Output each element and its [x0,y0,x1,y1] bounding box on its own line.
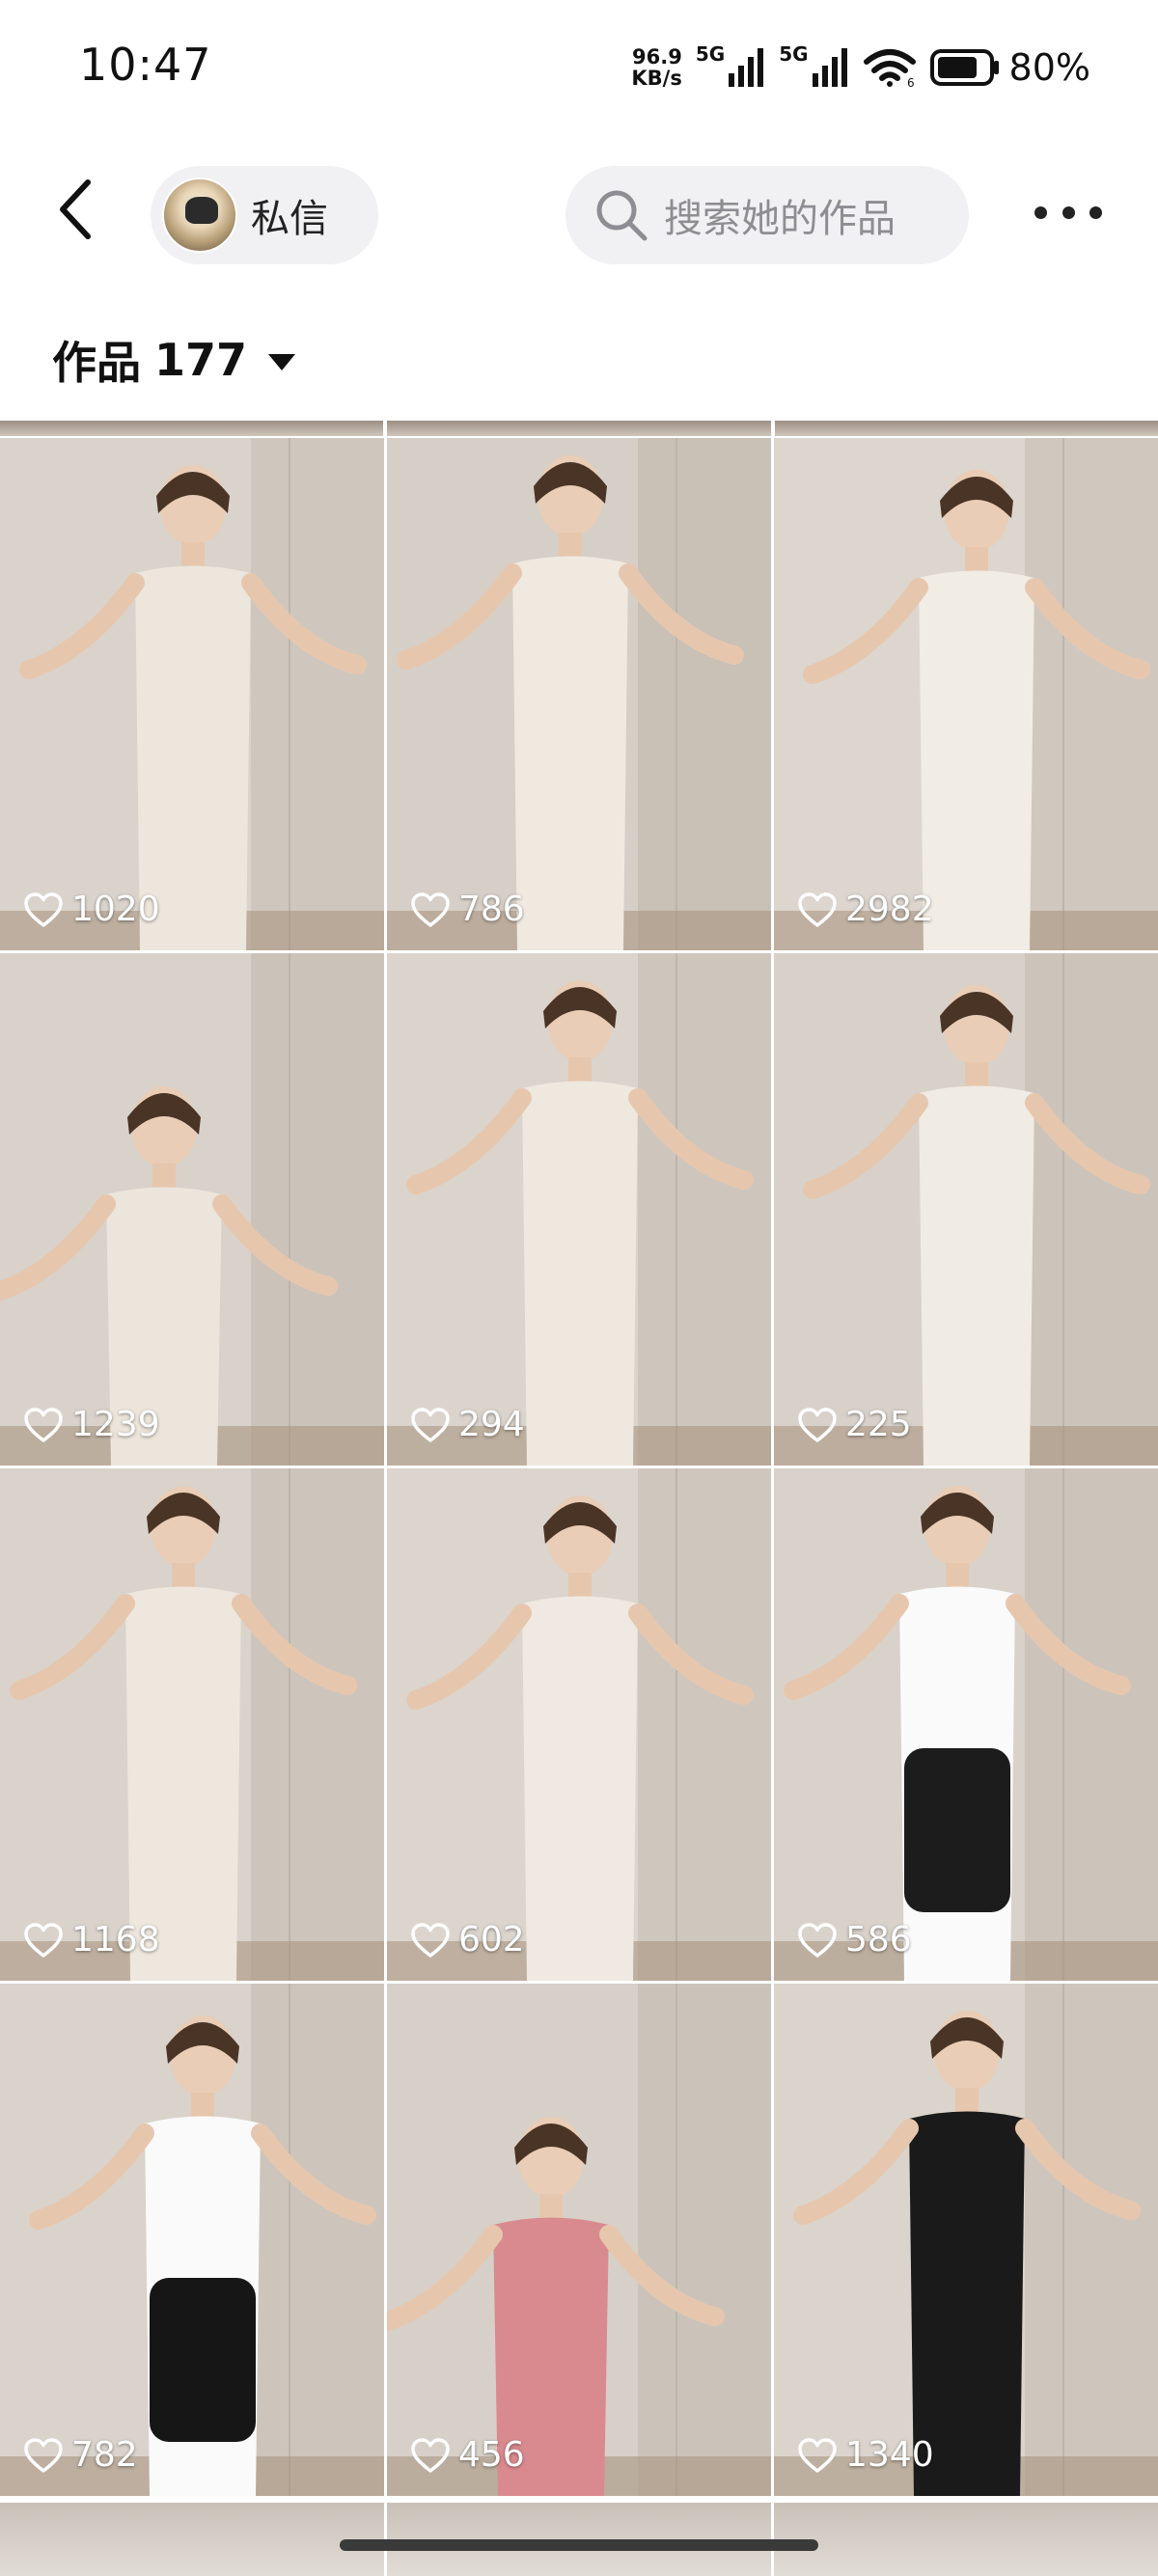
likes-badge: 586 [797,1920,912,1959]
network-speed: 96.9 KB/s [631,46,681,89]
heart-outline-icon [411,891,450,927]
search-icon [596,190,648,241]
direct-message-label: 私信 [251,197,328,241]
video-thumbnail [387,953,771,1466]
likes-badge: 1168 [23,1920,160,1959]
video-tile[interactable]: 2982 [774,438,1158,950]
profile-header: 私信 搜索她的作品 [0,154,1158,276]
video-tile[interactable]: 786 [387,438,771,950]
video-thumbnail [387,1984,771,2496]
heart-outline-icon [798,2437,837,2473]
heart-outline-icon [24,2437,63,2473]
status-icons: 96.9 KB/s 5G 5G 6 80% [631,39,1090,96]
likes-count: 1340 [845,2435,934,2475]
more-dots-icon [1034,206,1047,219]
heart-outline-icon [24,1922,63,1958]
likes-badge: 782 [23,2435,138,2475]
search-placeholder: 搜索她的作品 [664,197,896,241]
video-tile[interactable]: 294 [387,953,771,1466]
video-thumbnail [0,1984,384,2496]
video-thumbnail [774,438,1158,950]
signal-bars-icon [729,48,764,87]
heart-outline-icon [411,2437,450,2473]
works-count: 177 [154,334,248,386]
sim1-network-label: 5G [695,42,726,66]
video-tile[interactable]: 1340 [774,1984,1158,2496]
signal-sim1: 5G [696,44,765,87]
caret-down-icon [268,353,296,370]
more-dots-icon [1062,206,1075,219]
video-thumbnail [0,953,384,1466]
heart-outline-icon [411,1922,450,1958]
likes-count: 782 [71,2435,138,2475]
likes-badge: 1340 [797,2435,934,2475]
likes-badge: 225 [797,1405,912,1444]
heart-outline-icon [24,891,63,927]
heart-outline-icon [798,1407,837,1442]
works-grid-area: 1020 786 2982 1239 294 225 1168 602 586 782 456 134… [0,421,1158,2576]
likes-count: 1020 [71,890,160,929]
wifi-icon: 6 [863,49,916,87]
likes-badge: 1239 [23,1405,160,1444]
heart-outline-icon [798,1922,837,1958]
likes-count: 786 [458,890,525,929]
network-speed-value: 96.9 [632,45,682,69]
signal-bars-icon [812,48,847,87]
video-tile[interactable]: 1239 [0,953,384,1466]
heart-outline-icon [798,891,837,927]
status-bar: 10:47 96.9 KB/s 5G 5G 6 80% [0,0,1158,135]
likes-count: 225 [845,1405,912,1444]
video-tile[interactable]: 782 [0,1984,384,2496]
battery: 80% [929,46,1090,89]
direct-message-button[interactable]: 私信 [151,166,378,264]
sim2-network-label: 5G [779,42,809,66]
status-time: 10:47 [79,39,212,91]
previous-row-edge [0,421,1158,436]
home-indicator[interactable] [340,2539,818,2551]
likes-count: 294 [458,1405,525,1444]
heart-outline-icon [24,1407,63,1442]
likes-count: 586 [845,1920,912,1959]
video-tile[interactable]: 1020 [0,438,384,950]
video-thumbnail [387,1468,771,1981]
video-thumbnail [0,1468,384,1981]
video-thumbnail [774,1984,1158,2496]
video-tile[interactable]: 586 [774,1468,1158,1981]
likes-badge: 294 [410,1405,525,1444]
video-thumbnail [774,1468,1158,1981]
likes-count: 602 [458,1920,525,1959]
likes-badge: 456 [410,2435,525,2475]
back-button[interactable] [41,176,108,243]
battery-percent: 80% [1008,46,1090,89]
video-thumbnail [774,953,1158,1466]
works-grid: 1020 786 2982 1239 294 225 1168 602 586 782 456 134… [0,438,1158,2496]
network-speed-unit: KB/s [631,67,682,90]
likes-badge: 786 [410,890,525,929]
video-tile[interactable]: 1168 [0,1468,384,1981]
likes-count: 1168 [71,1920,160,1959]
video-tile[interactable]: 602 [387,1468,771,1981]
battery-icon [929,49,999,86]
works-filter-dropdown[interactable]: 作品 177 [52,326,296,394]
chevron-left-icon [60,179,91,239]
more-options-button[interactable] [1034,193,1102,232]
signal-sim2: 5G [779,44,848,87]
heart-outline-icon [411,1407,450,1442]
works-label: 作品 [52,337,141,389]
likes-count: 2982 [845,890,934,929]
search-input[interactable]: 搜索她的作品 [565,166,969,264]
likes-count: 456 [458,2435,525,2475]
video-tile[interactable]: 225 [774,953,1158,1466]
video-tile[interactable]: 456 [387,1984,771,2496]
more-dots-icon [1089,206,1102,219]
video-thumbnail [0,438,384,950]
avatar [162,178,237,253]
svg-text:6: 6 [907,76,915,87]
likes-count: 1239 [71,1405,160,1444]
likes-badge: 1020 [23,890,160,929]
likes-badge: 602 [410,1920,525,1959]
likes-badge: 2982 [797,890,934,929]
video-thumbnail [387,438,771,950]
